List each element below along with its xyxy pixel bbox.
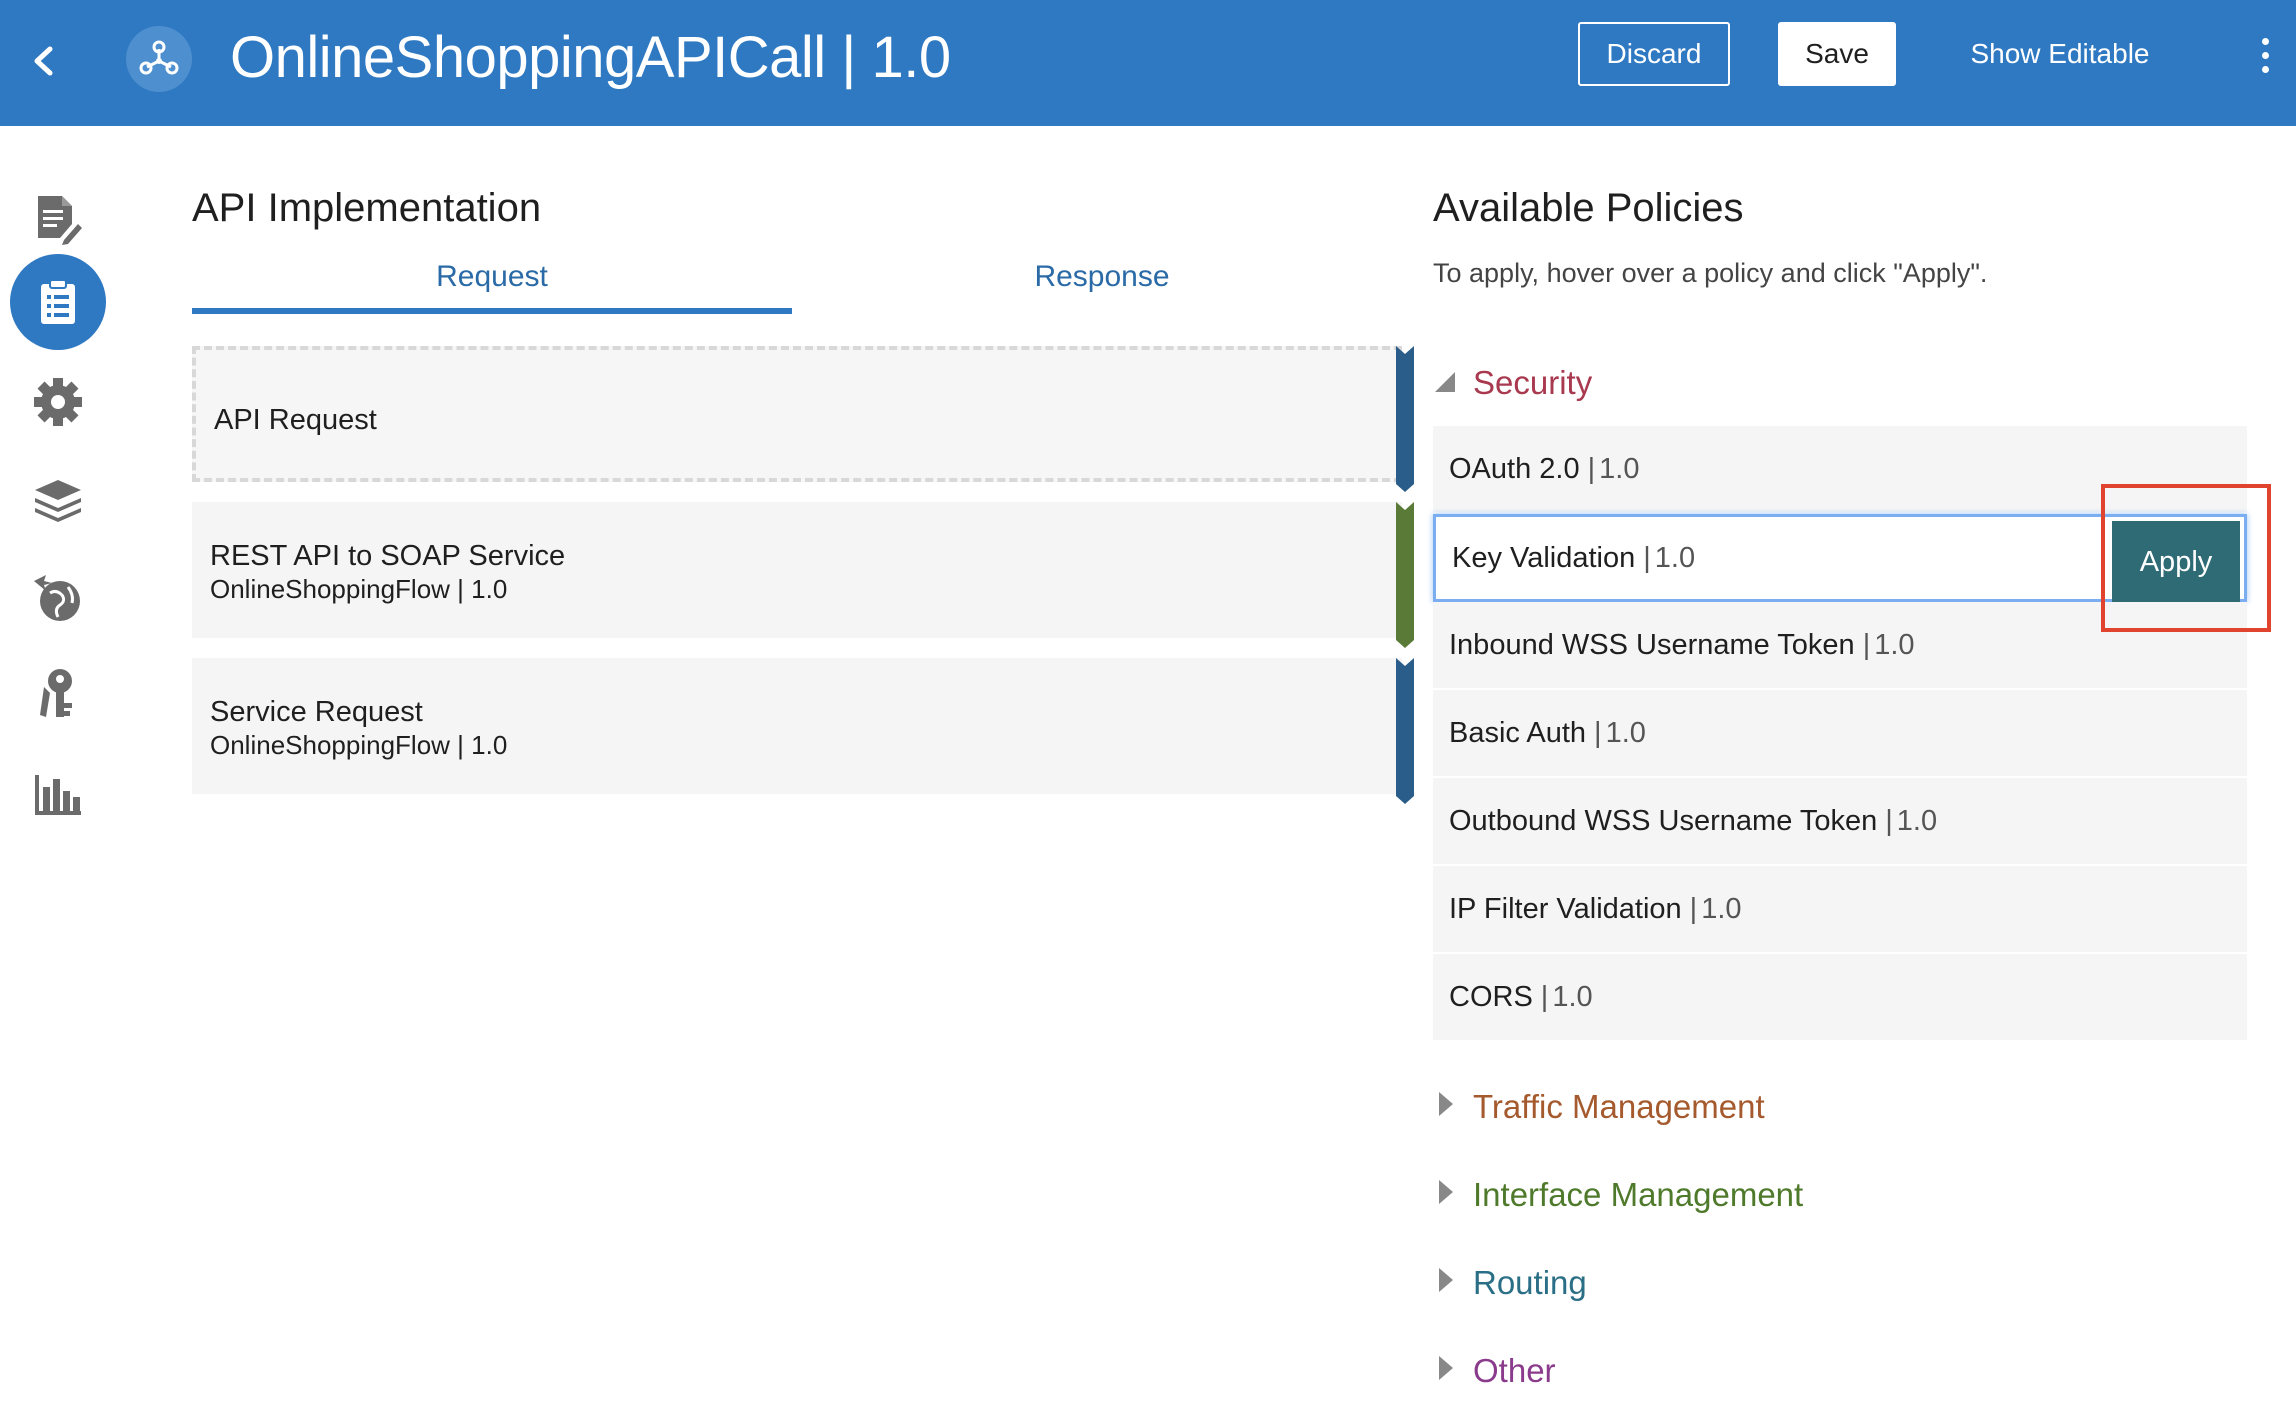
- flow-title: API Request: [214, 404, 377, 436]
- document-edit-icon: [38, 196, 82, 245]
- policy-version: 1.0: [1605, 716, 1646, 749]
- policy-version: 1.0: [1701, 892, 1742, 925]
- top-bar: OnlineShoppingAPICall | 1.0 Discard Save…: [0, 0, 2296, 126]
- policy-name: IP Filter Validation: [1449, 892, 1682, 925]
- flow-connector-service: [1396, 658, 1414, 804]
- policies-hint: To apply, hover over a policy and click …: [1433, 258, 1988, 288]
- policy-name: Inbound WSS Username Token: [1449, 628, 1855, 661]
- nav-keys[interactable]: [10, 646, 106, 742]
- policy-name: Basic Auth: [1449, 716, 1587, 749]
- flow-title: Service Request: [210, 696, 423, 728]
- policy-outbound-wss[interactable]: Outbound WSS Username Token | 1.0: [1433, 778, 2247, 866]
- policy-name: OAuth 2.0: [1449, 452, 1580, 485]
- policy-cors[interactable]: CORS | 1.0: [1433, 954, 2247, 1042]
- triangle-down-icon: [1433, 364, 1463, 402]
- flow-api-request[interactable]: API Request: [192, 346, 1402, 482]
- flow-connector-request: [1396, 346, 1414, 492]
- globe-deploy-icon: [34, 575, 80, 621]
- flow-subtitle: OnlineShoppingFlow | 1.0: [210, 574, 508, 604]
- triangle-right-icon: [1433, 1352, 1463, 1390]
- flow-connector-soap: [1396, 502, 1414, 648]
- back-button[interactable]: [18, 36, 68, 86]
- flow-title: REST API to SOAP Service: [210, 540, 566, 572]
- policy-version: 1.0: [1552, 980, 1593, 1013]
- chevron-left-icon: [34, 46, 53, 76]
- triangle-right-icon: [1433, 1264, 1463, 1302]
- keys-icon: [40, 669, 72, 717]
- nav-analytics[interactable]: [10, 746, 106, 842]
- policy-basic-auth[interactable]: Basic Auth | 1.0: [1433, 690, 2247, 778]
- category-routing[interactable]: Routing: [1433, 1264, 1587, 1302]
- category-label: Security: [1473, 364, 1593, 401]
- api-share-icon: [126, 26, 192, 92]
- nav-implementation[interactable]: [10, 254, 106, 350]
- tab-request-underline: [192, 308, 792, 314]
- policy-version: 1.0: [1874, 628, 1915, 661]
- save-button[interactable]: Save: [1778, 22, 1896, 86]
- flow-subtitle: OnlineShoppingFlow | 1.0: [210, 730, 508, 760]
- api-title: OnlineShoppingAPICall | 1.0: [230, 25, 951, 90]
- policy-name: Key Validation: [1452, 541, 1636, 574]
- bar-chart-icon: [35, 775, 81, 815]
- category-label: Routing: [1473, 1264, 1587, 1301]
- flow-service-request[interactable]: Service Request OnlineShoppingFlow | 1.0: [192, 658, 1402, 794]
- policy-name: Outbound WSS Username Token: [1449, 804, 1878, 837]
- category-other[interactable]: Other: [1433, 1352, 1556, 1390]
- show-editable-button[interactable]: Show Editable: [1950, 22, 2170, 86]
- implementation-title: API Implementation: [192, 186, 542, 230]
- discard-button[interactable]: Discard: [1578, 22, 1730, 86]
- nav-layers[interactable]: [10, 452, 106, 548]
- nav-deploy[interactable]: [10, 550, 106, 646]
- policy-version: 1.0: [1654, 541, 1696, 574]
- apply-highlight-box: [2101, 484, 2271, 632]
- category-label: Other: [1473, 1352, 1556, 1389]
- triangle-right-icon: [1433, 1088, 1463, 1126]
- tab-response[interactable]: Response: [802, 260, 1402, 294]
- category-label: Interface Management: [1473, 1176, 1804, 1213]
- policies-title: Available Policies: [1433, 186, 1744, 230]
- category-security[interactable]: Security: [1433, 364, 1592, 402]
- layers-icon: [35, 480, 81, 522]
- policy-version: 1.0: [1896, 804, 1938, 837]
- triangle-right-icon: [1433, 1176, 1463, 1214]
- tab-request[interactable]: Request: [192, 260, 792, 294]
- category-label: Traffic Management: [1473, 1088, 1765, 1125]
- policy-ip-filter[interactable]: IP Filter Validation | 1.0: [1433, 866, 2247, 954]
- category-traffic-management[interactable]: Traffic Management: [1433, 1088, 1765, 1126]
- policy-name: CORS: [1449, 980, 1533, 1013]
- flow-rest-to-soap[interactable]: REST API to SOAP Service OnlineShoppingF…: [192, 502, 1402, 638]
- more-options-icon[interactable]: [2250, 30, 2280, 80]
- policy-version: 1.0: [1599, 452, 1640, 485]
- category-interface-management[interactable]: Interface Management: [1433, 1176, 1803, 1214]
- clipboard-list-icon: [41, 279, 75, 324]
- gear-icon: [34, 378, 82, 426]
- nav-settings[interactable]: [10, 354, 106, 450]
